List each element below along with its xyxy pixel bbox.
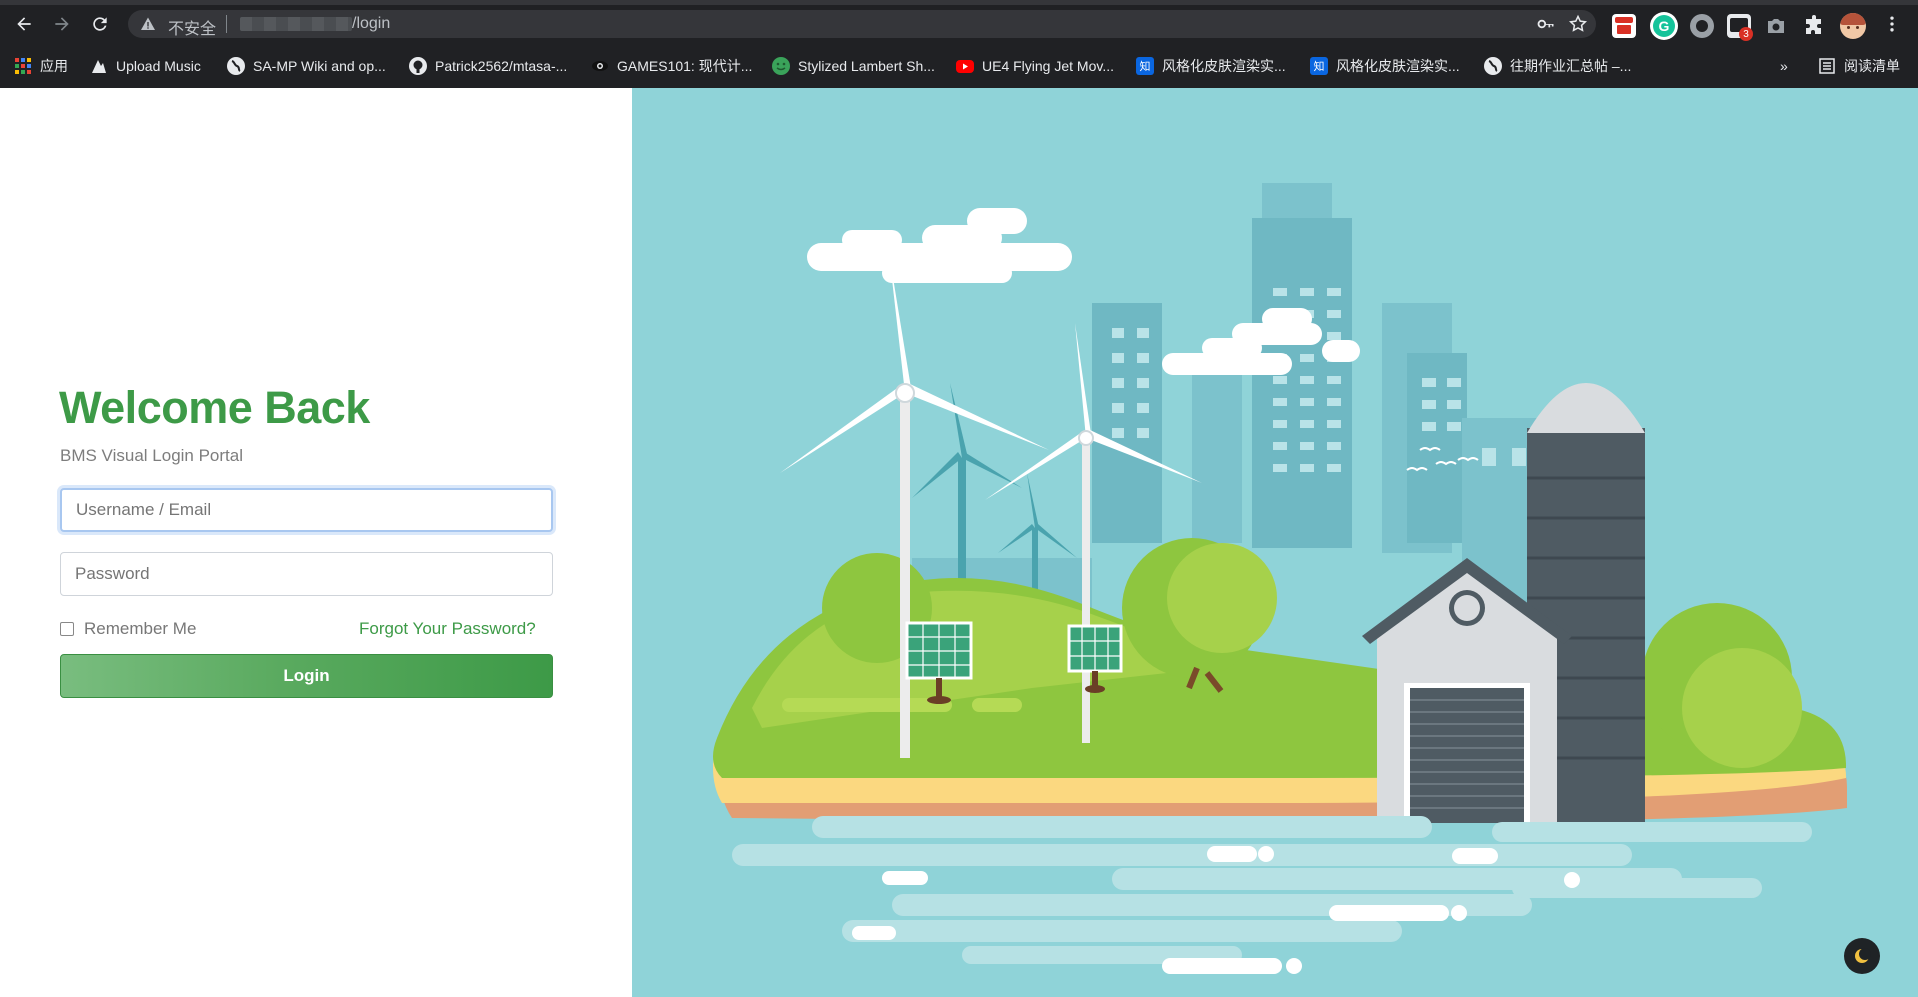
smiley-icon	[772, 57, 790, 75]
overflow-chevron-icon: »	[1780, 58, 1788, 74]
reading-list-icon	[1818, 57, 1836, 75]
kebab-menu-icon	[1890, 16, 1894, 32]
key-icon[interactable]	[1536, 14, 1556, 34]
eye-icon	[591, 57, 609, 75]
youtube-icon	[956, 59, 974, 73]
bookmark-homework-summary[interactable]: 往期作业汇总帖 –...	[1484, 56, 1631, 76]
globe-icon	[1484, 57, 1502, 75]
zhihu-icon: 知	[1310, 57, 1328, 75]
extension-badge: 3	[1739, 27, 1753, 41]
moon-icon	[1855, 948, 1871, 963]
password-input[interactable]	[60, 552, 553, 596]
back-arrow-icon	[17, 17, 31, 31]
bookmark-label: Stylized Lambert Sh...	[798, 58, 935, 74]
globe-icon	[227, 57, 245, 75]
reading-list-label: 阅读清单	[1844, 58, 1900, 74]
warning-icon	[141, 17, 155, 30]
browser-toolbar: 不安全 /login G 3	[0, 0, 1918, 44]
reload-button[interactable]	[88, 12, 112, 36]
theme-toggle-button[interactable]	[1844, 938, 1880, 974]
security-label: 不安全	[168, 19, 217, 38]
upload-music-icon	[90, 57, 108, 75]
green-energy-illustration	[713, 183, 1848, 974]
bookmarks-overflow-button[interactable]: »	[1780, 56, 1788, 76]
redacted-host	[240, 17, 352, 31]
back-button[interactable]	[12, 12, 36, 36]
tab-strip	[0, 0, 1918, 5]
bookmark-label: 风格化皮肤渲染实...	[1336, 58, 1460, 74]
url-path: /login	[352, 15, 391, 32]
water-reflection	[732, 816, 1812, 974]
welcome-title: Welcome Back	[59, 382, 370, 433]
bookmark-apps[interactable]: 应用	[14, 56, 68, 76]
bookmark-label: Patrick2562/mtasa-...	[435, 58, 568, 74]
bookmark-label: 往期作业汇总帖 –...	[1510, 58, 1632, 74]
portal-subtitle: BMS Visual Login Portal	[60, 446, 244, 465]
bookmark-upload-music[interactable]: Upload Music	[90, 56, 201, 76]
extensions-puzzle-icon[interactable]	[1802, 14, 1826, 38]
camera-icon[interactable]	[1764, 14, 1788, 38]
login-panel: Welcome Back BMS Visual Login Portal Rem…	[0, 88, 632, 997]
bookmark-github-mtasa[interactable]: Patrick2562/mtasa-...	[409, 56, 567, 76]
bookmark-label: GAMES101: 现代计...	[617, 58, 753, 74]
extension-circle-icon[interactable]	[1690, 14, 1714, 38]
chrome-menu-button[interactable]	[1880, 12, 1904, 36]
reading-list-button[interactable]: 阅读清单	[1818, 56, 1900, 76]
forward-button[interactable]	[50, 12, 74, 36]
profile-avatar[interactable]	[1840, 13, 1866, 39]
github-icon	[409, 57, 427, 75]
remember-checkbox[interactable]	[60, 622, 74, 636]
bookmark-label: 应用	[40, 58, 68, 74]
remember-me[interactable]: Remember Me	[60, 619, 196, 639]
bookmark-star-icon[interactable]	[1568, 14, 1588, 34]
forgot-password-link[interactable]: Forgot Your Password?	[359, 619, 536, 639]
bookmark-stylized-lambert[interactable]: Stylized Lambert Sh...	[772, 56, 935, 76]
forward-arrow-icon	[55, 17, 69, 31]
remember-label: Remember Me	[84, 619, 197, 638]
grammarly-icon[interactable]: G	[1650, 12, 1678, 40]
bookmarks-bar: 应用 Upload Music SA-MP Wiki and op... Pat…	[0, 44, 1918, 88]
bookmark-label: 风格化皮肤渲染实...	[1162, 58, 1286, 74]
reload-icon	[93, 17, 107, 31]
bookmark-label: Upload Music	[116, 58, 201, 74]
page: Welcome Back BMS Visual Login Portal Rem…	[0, 88, 1918, 997]
zhihu-icon: 知	[1136, 57, 1154, 75]
bookmark-label: UE4 Flying Jet Mov...	[982, 58, 1115, 74]
address-divider	[226, 15, 227, 33]
illustration-panel	[632, 88, 1918, 997]
bookmark-label: SA-MP Wiki and op...	[253, 58, 386, 74]
extension-screen-icon[interactable]: 3	[1727, 14, 1753, 41]
bookmark-games101[interactable]: GAMES101: 现代计...	[591, 56, 752, 76]
username-input[interactable]	[60, 488, 553, 532]
bookmark-zhihu-1[interactable]: 知 风格化皮肤渲染实...	[1136, 56, 1286, 76]
login-button[interactable]: Login	[60, 654, 553, 698]
apps-grid-icon	[14, 57, 32, 75]
bookmark-samp-wiki[interactable]: SA-MP Wiki and op...	[227, 56, 386, 76]
address-bar[interactable]: 不安全 /login	[128, 10, 1596, 38]
bookmark-ue4-flying-jet[interactable]: UE4 Flying Jet Mov...	[956, 56, 1114, 76]
bookmark-zhihu-2[interactable]: 知 风格化皮肤渲染实...	[1310, 56, 1460, 76]
extension-calendar-icon[interactable]	[1612, 14, 1636, 38]
